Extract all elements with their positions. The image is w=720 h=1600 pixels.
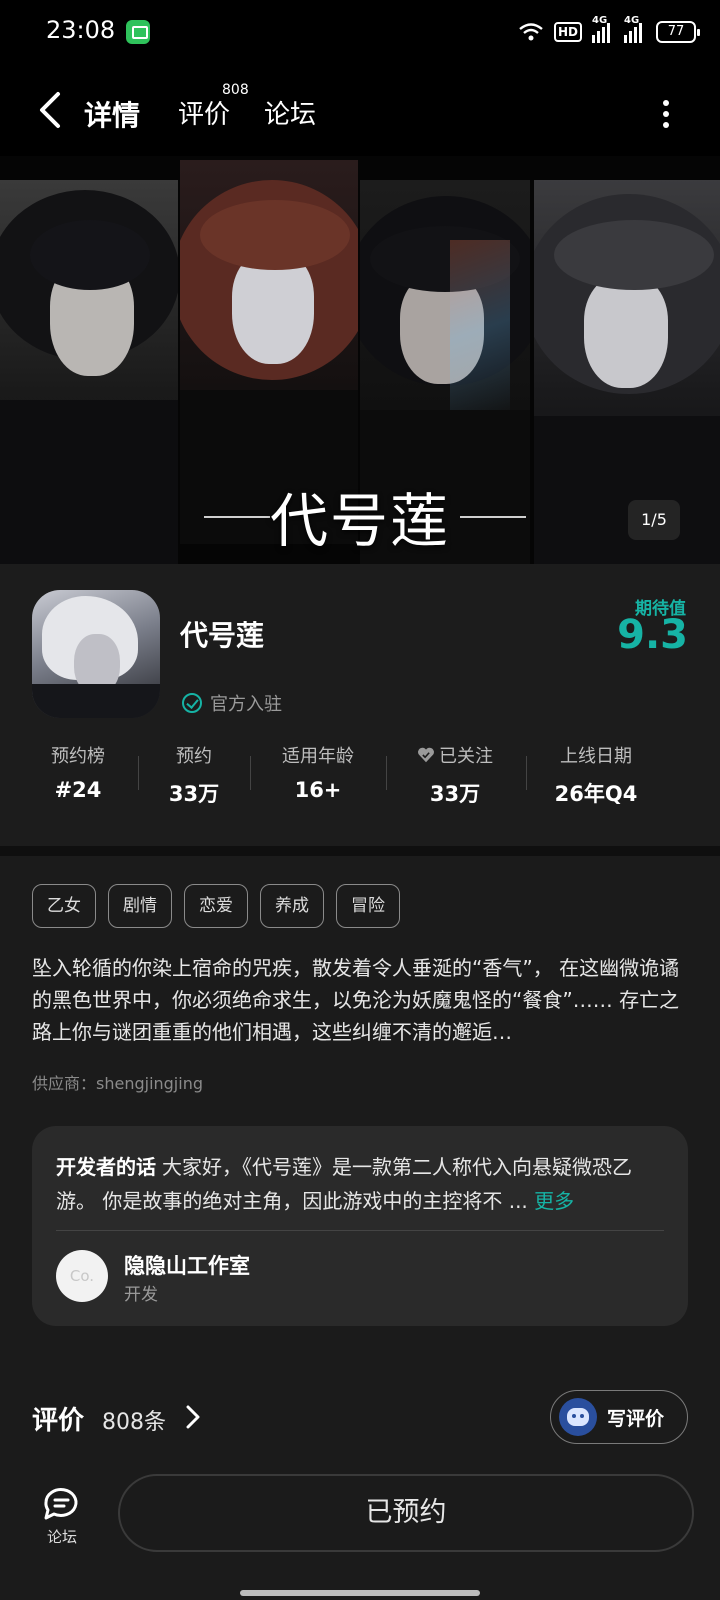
expectation-score: 9.3: [617, 612, 688, 658]
developer-message-heading: 开发者的话: [56, 1155, 156, 1179]
tab-review-badge: 808: [222, 82, 249, 98]
heart-icon: [417, 746, 435, 764]
status-indicators: HD 4G 4G 77: [518, 15, 700, 46]
developer-name[interactable]: 隐隐山工作室: [124, 1250, 250, 1280]
stat-label: 已关注: [439, 746, 493, 767]
message-notification-icon: [126, 20, 150, 44]
app-icon: [32, 590, 160, 718]
signal-icon-1: 4G: [592, 15, 614, 43]
stat-label: 上线日期: [560, 746, 632, 767]
forum-label: 论坛: [46, 1528, 77, 1546]
stat-value: #24: [54, 778, 102, 802]
carousel-page-indicator: 1/5: [628, 500, 680, 540]
stat-launch-date: 上线日期 26年Q4: [546, 742, 646, 808]
tab-detail-label: 详情: [84, 99, 141, 132]
more-options-icon[interactable]: [662, 100, 670, 128]
tag-chip[interactable]: 冒险: [336, 884, 400, 928]
network-type-label: 4G: [592, 15, 608, 26]
top-nav: 详情 评价 808 论坛: [0, 66, 720, 156]
write-review-label: 写评价: [607, 1407, 665, 1430]
game-description[interactable]: 坠入轮循的你染上宿命的咒疾，散发着令人垂涎的“香气”， 在这幽微诡谲的黑色世界中…: [32, 952, 692, 1048]
divider: [138, 756, 139, 790]
reviews-heading[interactable]: 评价: [32, 1400, 84, 1437]
reviews-count[interactable]: 808条: [102, 1404, 166, 1436]
home-indicator[interactable]: [240, 1590, 480, 1596]
stat-value: 33万: [429, 782, 481, 806]
divider: [526, 756, 527, 790]
developer-message: 开发者的话 大家好，《代号莲》是一款第二人称代入向悬疑微恐乙游。 你是故事的绝对主…: [56, 1150, 664, 1218]
stat-age-rating[interactable]: 适用年龄 16+: [268, 742, 368, 802]
banner-title-wrap: 代号莲: [0, 474, 720, 558]
write-review-button[interactable]: 写评价: [550, 1390, 688, 1444]
stat-value: 33万: [168, 782, 220, 806]
developer-card[interactable]: 开发者的话 大家好，《代号莲》是一款第二人称代入向悬疑微恐乙游。 你是故事的绝对主…: [32, 1126, 688, 1326]
forum-button[interactable]: 论坛: [36, 1484, 88, 1547]
tag-chip[interactable]: 恋爱: [184, 884, 248, 928]
stat-label-wrap: 已关注: [402, 742, 508, 768]
section-separator: [0, 846, 720, 856]
app-info-section: 代号莲 官方入驻 期待值 9.3 预约榜 #24 预约 33万 适用年龄 16+…: [0, 564, 720, 846]
reserved-button[interactable]: 已预约: [118, 1474, 694, 1552]
tab-detail[interactable]: 详情: [80, 94, 143, 134]
more-link[interactable]: 更多: [534, 1189, 574, 1213]
tab-forum[interactable]: 论坛: [264, 94, 316, 131]
divider: [56, 1230, 664, 1231]
stat-label: 预约: [176, 746, 212, 767]
tag-chip[interactable]: 乙女: [32, 884, 96, 928]
app-name: 代号莲: [180, 619, 265, 652]
stat-followed[interactable]: 已关注 33万: [402, 742, 508, 808]
battery-icon: 77: [656, 21, 700, 43]
stat-label: 预约榜: [51, 746, 105, 767]
hero-banner-carousel[interactable]: 代号莲 1/5: [0, 156, 720, 564]
supplier-info: 供应商：shengjingjing: [32, 1074, 203, 1093]
tag-chip[interactable]: 养成: [260, 884, 324, 928]
official-badge: 官方入驻: [182, 690, 282, 716]
stat-rank[interactable]: 预约榜 #24: [40, 742, 116, 802]
banner-title: 代号莲: [269, 487, 450, 555]
signal-icon-2: 4G: [624, 15, 646, 43]
robot-mascot-icon: [559, 1398, 597, 1436]
status-time: 23:08: [46, 16, 116, 44]
chevron-right-icon[interactable]: [186, 1404, 200, 1430]
tab-review[interactable]: 评价: [178, 94, 230, 131]
divider: [250, 756, 251, 790]
hd-icon: HD: [553, 22, 582, 42]
stats-row: 预约榜 #24 预约 33万 适用年龄 16+ 已关注 33万 上线日期 26年…: [0, 742, 720, 812]
verified-check-icon: [182, 693, 202, 713]
developer-role: 开发: [124, 1285, 158, 1305]
developer-avatar[interactable]: Co.: [56, 1250, 108, 1302]
tag-chip[interactable]: 剧情: [108, 884, 172, 928]
stat-value: 26年Q4: [554, 782, 638, 806]
tag-list: 乙女 剧情 恋爱 养成 冒险: [32, 884, 400, 928]
status-bar: 23:08 HD 4G 4G 77: [0, 0, 720, 66]
stat-label: 适用年龄: [282, 746, 354, 767]
back-arrow-icon[interactable]: [36, 90, 64, 130]
forum-chat-icon: [40, 1484, 84, 1524]
official-label: 官方入驻: [210, 694, 282, 715]
stat-value: 16+: [294, 778, 342, 802]
wifi-icon: [518, 22, 544, 42]
divider: [386, 756, 387, 790]
bottom-action-bar: 论坛 已预约: [0, 1460, 720, 1600]
stat-reservations: 预约 33万: [156, 742, 232, 808]
network-type-label: 4G: [624, 15, 640, 26]
